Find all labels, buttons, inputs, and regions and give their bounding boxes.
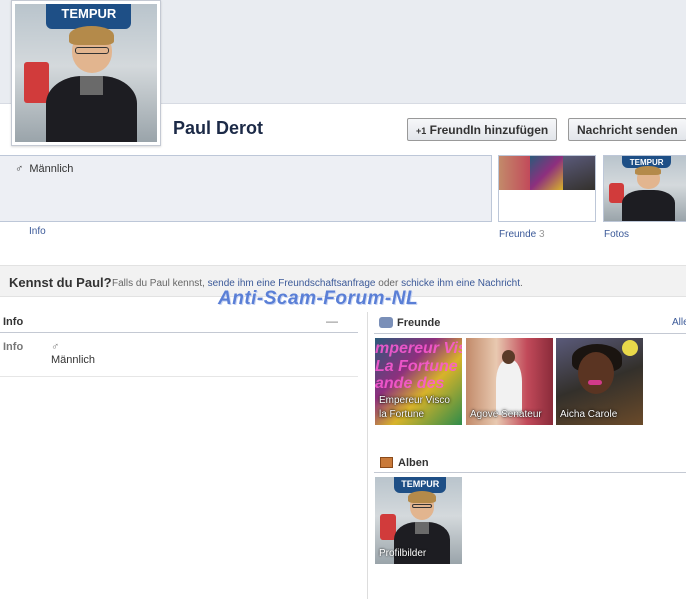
- tab-friends-label: Freunde: [499, 229, 537, 240]
- album-hair: [408, 490, 436, 504]
- watermark: Anti-Scam-Forum-NL: [218, 288, 419, 309]
- gender-icon: ♂: [15, 163, 24, 175]
- info-section-title: Info: [3, 316, 24, 328]
- profile-photo: TEMPUR: [15, 4, 157, 142]
- friend-2-name: Agove Senateur: [470, 408, 542, 420]
- friends-mini-3: [563, 156, 595, 190]
- add-friend-button[interactable]: +1 FreundIn hinzufügen: [407, 118, 558, 141]
- tab-info[interactable]: Info: [29, 226, 46, 237]
- info-summary-box[interactable]: ♂ Männlich: [0, 155, 492, 222]
- tab-friends[interactable]: Freunde 3: [499, 229, 545, 240]
- friends-mini-2: [530, 156, 563, 190]
- photo-chair: [23, 61, 50, 104]
- friend-tile-3[interactable]: Aicha Carole: [556, 338, 643, 425]
- photos-summary-box[interactable]: TEMPUR: [603, 155, 686, 222]
- gender-text: Männlich: [29, 163, 74, 175]
- friend-3-face: [578, 352, 614, 394]
- send-message-button[interactable]: Nachricht senden: [568, 118, 686, 141]
- column-divider: [367, 312, 368, 599]
- friend-1-banner-text: mpereur Vis La Fortune ande des: [375, 340, 462, 393]
- friend-2-head: [502, 350, 515, 364]
- photos-thumb-body: [622, 189, 675, 221]
- add-friend-label: FreundIn hinzufügen: [429, 122, 549, 137]
- know-prefix: Falls du Paul kennst,: [112, 278, 205, 289]
- photo-hair: [68, 26, 115, 46]
- photo-collar: [80, 75, 104, 96]
- photos-thumb-hair: [635, 166, 662, 176]
- friend-3-lips: [588, 380, 602, 385]
- album-icon: [380, 457, 393, 468]
- photos-thumb-photo: TEMPUR: [604, 156, 686, 221]
- gender-row: ♂ Männlich: [15, 163, 73, 175]
- friends-mini-1: [499, 156, 530, 190]
- profile-picture[interactable]: TEMPUR: [11, 0, 161, 146]
- friend-3-flower: [622, 340, 638, 356]
- album-glasses: [411, 503, 433, 509]
- friends-icon: [379, 317, 393, 328]
- info-edit-dash[interactable]: —: [326, 314, 338, 328]
- friend-1-name: Empereur Visco la Fortune: [379, 395, 450, 420]
- friends-count: 3: [539, 229, 545, 240]
- info-divider: [0, 332, 358, 333]
- profile-name: Paul Derot: [173, 118, 264, 138]
- friends-see-all-link[interactable]: Alle: [672, 317, 686, 328]
- add-friend-icon: +1: [416, 125, 427, 136]
- tab-photos[interactable]: Fotos: [604, 229, 629, 240]
- friend-tile-1[interactable]: mpereur Vis La Fortune ande des Empereur…: [375, 338, 462, 425]
- friends-divider: [374, 333, 686, 334]
- friend-3-name: Aicha Carole: [560, 408, 618, 420]
- friends-section-title: Freunde: [397, 317, 441, 329]
- send-message-link[interactable]: schicke ihm eine Nachricht: [401, 278, 520, 289]
- know-question: Kennst du Paul?: [9, 275, 112, 290]
- info-row-divider: [0, 376, 358, 377]
- know-suffix: .: [520, 278, 523, 289]
- album-collar: [415, 522, 429, 535]
- albums-divider: [374, 472, 686, 473]
- photo-glasses: [74, 46, 109, 54]
- album-tile-profilbilder[interactable]: TEMPUR Profilbilder: [375, 477, 462, 564]
- info-row-label: Info: [3, 341, 24, 353]
- info-gender-icon: ♂: [51, 341, 60, 353]
- friend-tile-2[interactable]: Agove Senateur: [466, 338, 553, 425]
- friends-summary-box[interactable]: [498, 155, 596, 222]
- info-gender-value: Männlich: [51, 354, 96, 366]
- album-photo: TEMPUR Profilbilder: [375, 477, 462, 564]
- album-name: Profilbilder: [379, 548, 427, 559]
- albums-section-title: Alben: [398, 457, 429, 469]
